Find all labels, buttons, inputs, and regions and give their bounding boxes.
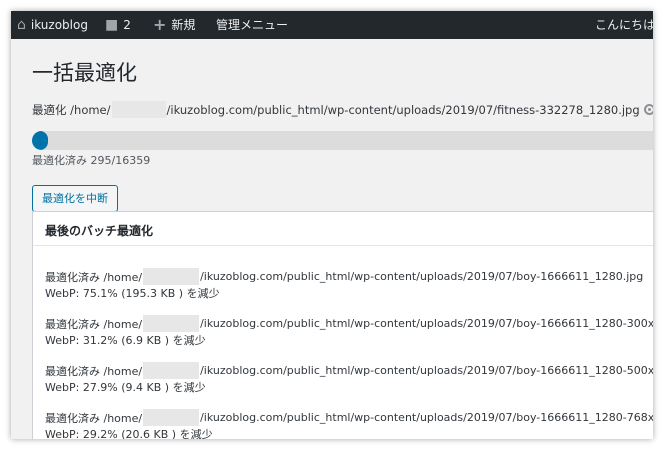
entry-prefix: 最適化済み /home/	[45, 364, 143, 378]
current-file-prefix: 最適化 /home/	[32, 102, 111, 117]
entry-prefix: 最適化済み /home/	[45, 411, 143, 425]
admin-bar: ⌂ ikuzoblog ■ 2 + 新規 管理メニュー こんにちは	[11, 11, 653, 39]
current-file-status: 最適化 /home/ /ikuzoblog.com/public_html/wp…	[32, 101, 653, 118]
entry-webp-result: WebP: 29.2% (20.6 KB ) を減少	[45, 428, 213, 439]
list-item: 最適化済み /home/ /ikuzoblog.com/public_html/…	[45, 315, 653, 349]
new-label: 新規	[171, 18, 196, 32]
last-batch-panel: 最後のバッチ最適化 最適化済み /home/ /ikuzoblog.com/pu…	[32, 211, 653, 439]
progress-bar	[32, 131, 653, 150]
redacted-username	[111, 101, 166, 118]
list-item: 最適化済み /home/ /ikuzoblog.com/public_html/…	[45, 409, 653, 439]
last-batch-title: 最後のバッチ最適化	[45, 224, 154, 238]
app-window: ⌂ ikuzoblog ■ 2 + 新規 管理メニュー こんにちは 一括最適化 …	[11, 11, 653, 439]
entry-prefix: 最適化済み /home/	[45, 270, 143, 284]
plus-icon: +	[153, 15, 167, 34]
stop-optimization-button[interactable]: 最適化を中断	[32, 185, 118, 212]
list-item: 最適化済み /home/ /ikuzoblog.com/public_html/…	[45, 362, 653, 396]
adminbar-site-link[interactable]: ⌂ ikuzoblog	[17, 11, 88, 39]
progress-count: 最適化済み 295/16359	[32, 154, 151, 167]
entry-prefix: 最適化済み /home/	[45, 317, 143, 331]
current-file-path: /ikuzoblog.com/public_html/wp-content/up…	[166, 102, 640, 117]
entry-path: /ikuzoblog.com/public_html/wp-content/up…	[200, 411, 653, 424]
adminbar-account-link[interactable]: こんにちは	[595, 11, 653, 39]
redacted-username	[143, 409, 200, 426]
entry-webp-result: WebP: 75.1% (195.3 KB ) を減少	[45, 287, 220, 300]
entry-path: /ikuzoblog.com/public_html/wp-content/up…	[200, 317, 653, 330]
redacted-username	[143, 268, 200, 285]
admin-menu-label: 管理メニュー	[216, 18, 289, 32]
adminbar-admin-menu-link[interactable]: 管理メニュー	[216, 11, 288, 39]
entry-path: /ikuzoblog.com/public_html/wp-content/up…	[200, 364, 653, 377]
comment-icon: ■	[105, 17, 119, 33]
greeting-text: こんにちは	[595, 18, 653, 32]
adminbar-new-link[interactable]: + 新規	[153, 11, 195, 39]
list-item: 最適化済み /home/ /ikuzoblog.com/public_html/…	[45, 268, 643, 302]
progress-bar-fill	[32, 131, 48, 150]
panel-divider	[33, 245, 653, 246]
comments-count: 2	[123, 18, 131, 32]
entry-path: /ikuzoblog.com/public_html/wp-content/up…	[200, 270, 644, 283]
entry-webp-result: WebP: 31.2% (6.9 KB ) を減少	[45, 334, 206, 347]
adminbar-comments-link[interactable]: ■ 2	[105, 11, 131, 39]
page-title: 一括最適化	[32, 61, 137, 85]
redacted-username	[143, 315, 200, 332]
entry-webp-result: WebP: 27.9% (9.4 KB ) を減少	[45, 381, 206, 394]
site-name: ikuzoblog	[30, 18, 88, 32]
redacted-username	[143, 362, 200, 379]
home-icon: ⌂	[17, 17, 26, 33]
spinner-icon	[643, 104, 653, 115]
